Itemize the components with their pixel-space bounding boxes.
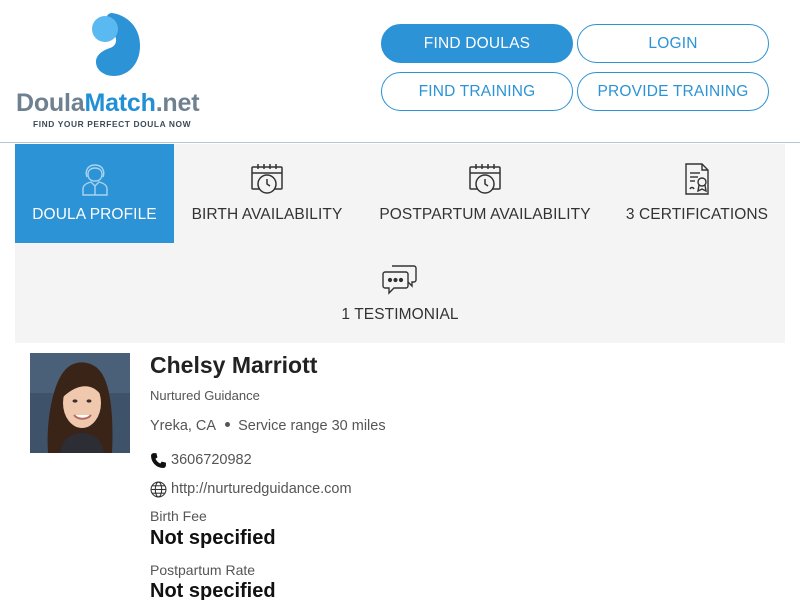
separator-dot xyxy=(225,422,231,428)
chat-bubbles-icon xyxy=(382,261,418,297)
phone-number[interactable]: 3606720982 xyxy=(171,452,252,468)
certificate-icon xyxy=(679,161,715,197)
tab-label: BIRTH AVAILABILITY xyxy=(191,206,343,223)
doula-person-icon xyxy=(77,161,113,197)
website-link[interactable]: http://nurturedguidance.com xyxy=(171,481,352,497)
tab-doula-profile[interactable]: DOULA PROFILE xyxy=(15,144,174,243)
agency-name: Nurtured Guidance xyxy=(150,388,260,403)
doula-photo xyxy=(30,353,130,453)
service-range-text: Service range 30 miles xyxy=(238,418,386,434)
tab-birth-availability[interactable]: BIRTH AVAILABILITY xyxy=(178,144,356,243)
tab-testimonial[interactable]: 1 TESTIMONIAL xyxy=(320,244,480,343)
calendar-clock-icon xyxy=(467,161,503,197)
logo-wordmark: DoulaMatch.net xyxy=(16,89,200,118)
phone-icon xyxy=(151,453,166,468)
tab-label: POSTPARTUM AVAILABILITY xyxy=(379,206,591,223)
profile-tabs: DOULA PROFILE BIRTH AVAILABILITY POSTPAR xyxy=(15,144,785,343)
find-doulas-button[interactable]: FIND DOULAS xyxy=(381,24,573,63)
logo-word-match: Match xyxy=(84,89,156,117)
tab-label: DOULA PROFILE xyxy=(32,206,157,223)
site-logo[interactable]: DoulaMatch.net FIND YOUR PERFECT DOULA N… xyxy=(16,12,221,132)
location-line: Yreka, CA Service range 30 miles xyxy=(150,418,386,434)
tab-label: 1 TESTIMONIAL xyxy=(341,306,459,323)
login-button[interactable]: LOGIN xyxy=(577,24,769,63)
birth-fee-value: Not specified xyxy=(150,527,276,549)
birth-fee-label: Birth Fee xyxy=(150,508,207,524)
logo-tagline: FIND YOUR PERFECT DOULA NOW xyxy=(33,119,192,129)
globe-icon xyxy=(150,481,167,498)
site-header: DoulaMatch.net FIND YOUR PERFECT DOULA N… xyxy=(0,0,800,143)
calendar-clock-icon xyxy=(249,161,285,197)
logo-drop-icon xyxy=(92,13,140,76)
tab-postpartum-availability[interactable]: POSTPARTUM AVAILABILITY xyxy=(370,144,600,243)
city-text: Yreka, CA xyxy=(150,418,217,434)
logo-word-net: .net xyxy=(155,89,200,117)
provide-training-button[interactable]: PROVIDE TRAINING xyxy=(577,72,769,111)
tab-label: 3 CERTIFICATIONS xyxy=(625,206,769,223)
postpartum-rate-value: Not specified xyxy=(150,580,276,600)
postpartum-rate-label: Postpartum Rate xyxy=(150,562,256,578)
logo-word-doula: Doula xyxy=(16,89,85,117)
doula-name: Chelsy Marriott xyxy=(150,352,318,378)
tab-certifications[interactable]: 3 CERTIFICATIONS xyxy=(615,144,779,243)
find-training-button[interactable]: FIND TRAINING xyxy=(381,72,573,111)
